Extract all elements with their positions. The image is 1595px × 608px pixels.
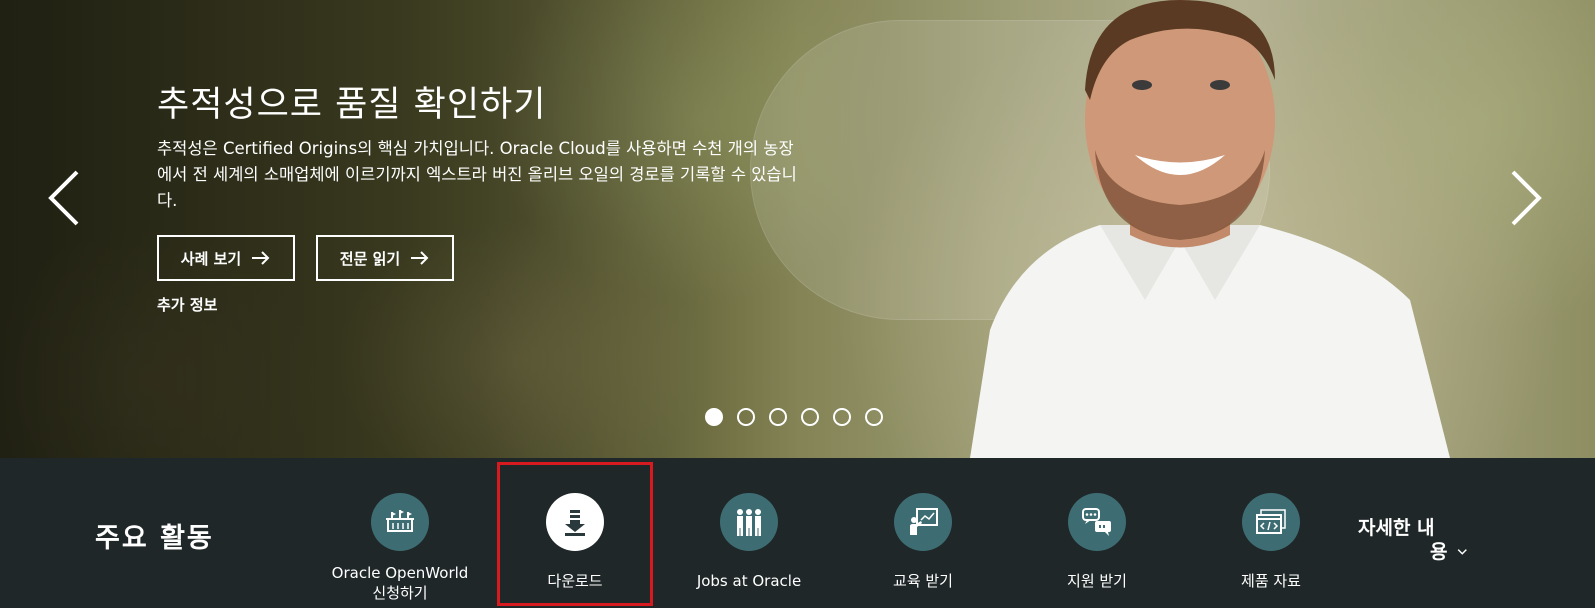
activity-training[interactable]: 교육 받기 [848,458,998,608]
hero-title: 추적성으로 품질 확인하기 [157,85,547,125]
activity-label: Jobs at Oracle [696,572,802,590]
arrow-right-icon [411,251,429,265]
activity-label: 제품 자료 [1241,572,1301,590]
chevron-down-icon [1458,549,1468,555]
carousel-dot-5[interactable] [833,408,851,426]
view-cases-label: 사례 보기 [180,249,242,268]
activity-label: 교육 받기 [893,572,953,590]
activity-label: Oracle OpenWorld 신청하기 [331,564,469,602]
more-details-label-line1: 자세한 내 [1358,517,1435,539]
activity-support[interactable]: 지원 받기 [1022,458,1172,608]
conference-icon [371,493,429,551]
chevron-right-icon[interactable] [1505,168,1545,228]
carousel-dot-2[interactable] [737,408,755,426]
code-window-icon [1242,493,1300,551]
presentation-icon [894,493,952,551]
view-cases-button[interactable]: 사례 보기 [157,235,295,281]
read-full-text-button[interactable]: 전문 읽기 [316,235,454,281]
activity-openworld[interactable]: Oracle OpenWorld 신청하기 [325,458,475,608]
carousel-dot-1[interactable] [705,408,723,426]
read-full-text-label: 전문 읽기 [339,249,401,268]
hero-description: 추적성은 Certified Origins의 핵심 가치입니다. Oracle… [157,139,797,210]
carousel-dot-3[interactable] [769,408,787,426]
hero-person-image [970,0,1450,458]
chevron-left-icon[interactable] [45,168,85,228]
key-activities-title: 주요 활동 [95,523,214,554]
chat-support-icon [1068,493,1126,551]
more-details-label-line2: 용 [1430,541,1448,563]
hero-shade [0,0,800,458]
arrow-right-icon [252,251,270,265]
people-icon [720,493,778,551]
activity-download[interactable]: 다운로드 [500,458,650,608]
key-activities-bar: 주요 활동 Oracle OpenWorld 신청하기 다운로드 Jobs at… [0,458,1595,608]
carousel-indicators [705,408,883,426]
activity-jobs[interactable]: Jobs at Oracle [674,458,824,608]
more-details-toggle[interactable]: 자세한 내 용 [1358,516,1468,564]
more-info-link[interactable]: 추가 정보 [157,294,217,315]
carousel-dot-6[interactable] [865,408,883,426]
activity-label: 다운로드 [547,572,603,590]
hero-banner: 추적성으로 품질 확인하기 추적성은 Certified Origins의 핵심… [0,0,1595,458]
download-icon [546,493,604,551]
activity-label: 지원 받기 [1067,572,1127,590]
activity-product-docs[interactable]: 제품 자료 [1196,458,1346,608]
carousel-dot-4[interactable] [801,408,819,426]
